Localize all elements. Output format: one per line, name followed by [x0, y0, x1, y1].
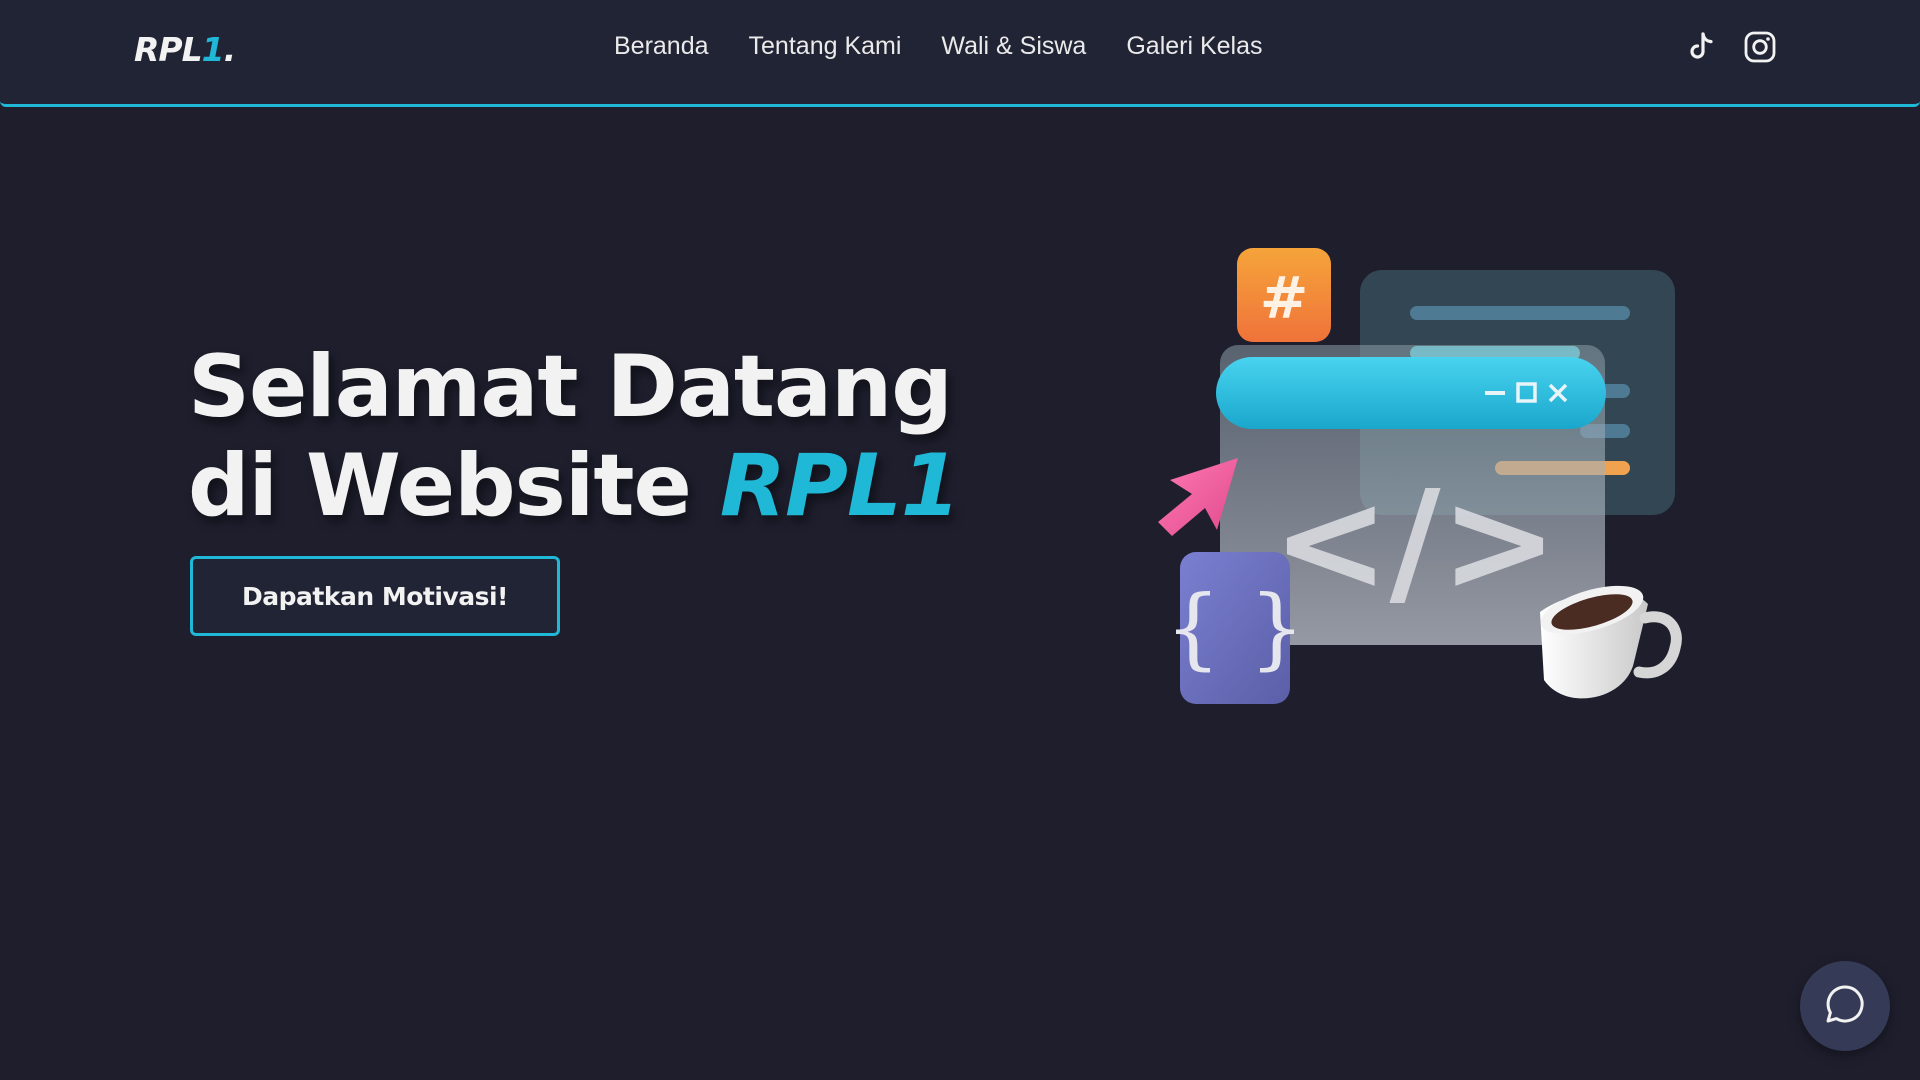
logo-main: RPL — [134, 30, 203, 69]
hero-title-line1: Selamat Datang — [188, 337, 953, 437]
nav-link-wali-siswa[interactable]: Wali & Siswa — [941, 32, 1086, 61]
code-window-titlebar — [1216, 357, 1606, 429]
main-nav: Beranda Tentang Kami Wali & Siswa Galeri… — [614, 32, 1263, 61]
instagram-icon[interactable] — [1743, 30, 1777, 64]
tiktok-icon[interactable] — [1684, 30, 1718, 64]
nav-link-galeri-kelas[interactable]: Galeri Kelas — [1126, 32, 1262, 61]
navbar: RPL1. Beranda Tentang Kami Wali & Siswa … — [0, 0, 1920, 107]
code-symbol: </> — [1272, 461, 1558, 624]
svg-text:#: # — [1260, 264, 1309, 332]
nav-link-beranda[interactable]: Beranda — [614, 32, 709, 61]
chat-bubble-icon — [1823, 982, 1867, 1030]
hero-title-line2: di Website — [188, 436, 720, 536]
coding-illustration: </> # { } — [1150, 240, 1690, 730]
hero-title: Selamat Datang di Website RPL1 — [188, 337, 961, 536]
logo-dot: . — [223, 30, 237, 69]
svg-text:{ }: { } — [1165, 576, 1305, 679]
hero-title-accent: RPL1 — [719, 436, 961, 536]
motivation-button[interactable]: Dapatkan Motivasi! — [190, 556, 560, 636]
logo-accent: 1 — [201, 30, 225, 69]
nav-link-tentang-kami[interactable]: Tentang Kami — [749, 32, 902, 61]
logo[interactable]: RPL1. — [134, 30, 237, 69]
chat-button[interactable] — [1800, 961, 1890, 1051]
